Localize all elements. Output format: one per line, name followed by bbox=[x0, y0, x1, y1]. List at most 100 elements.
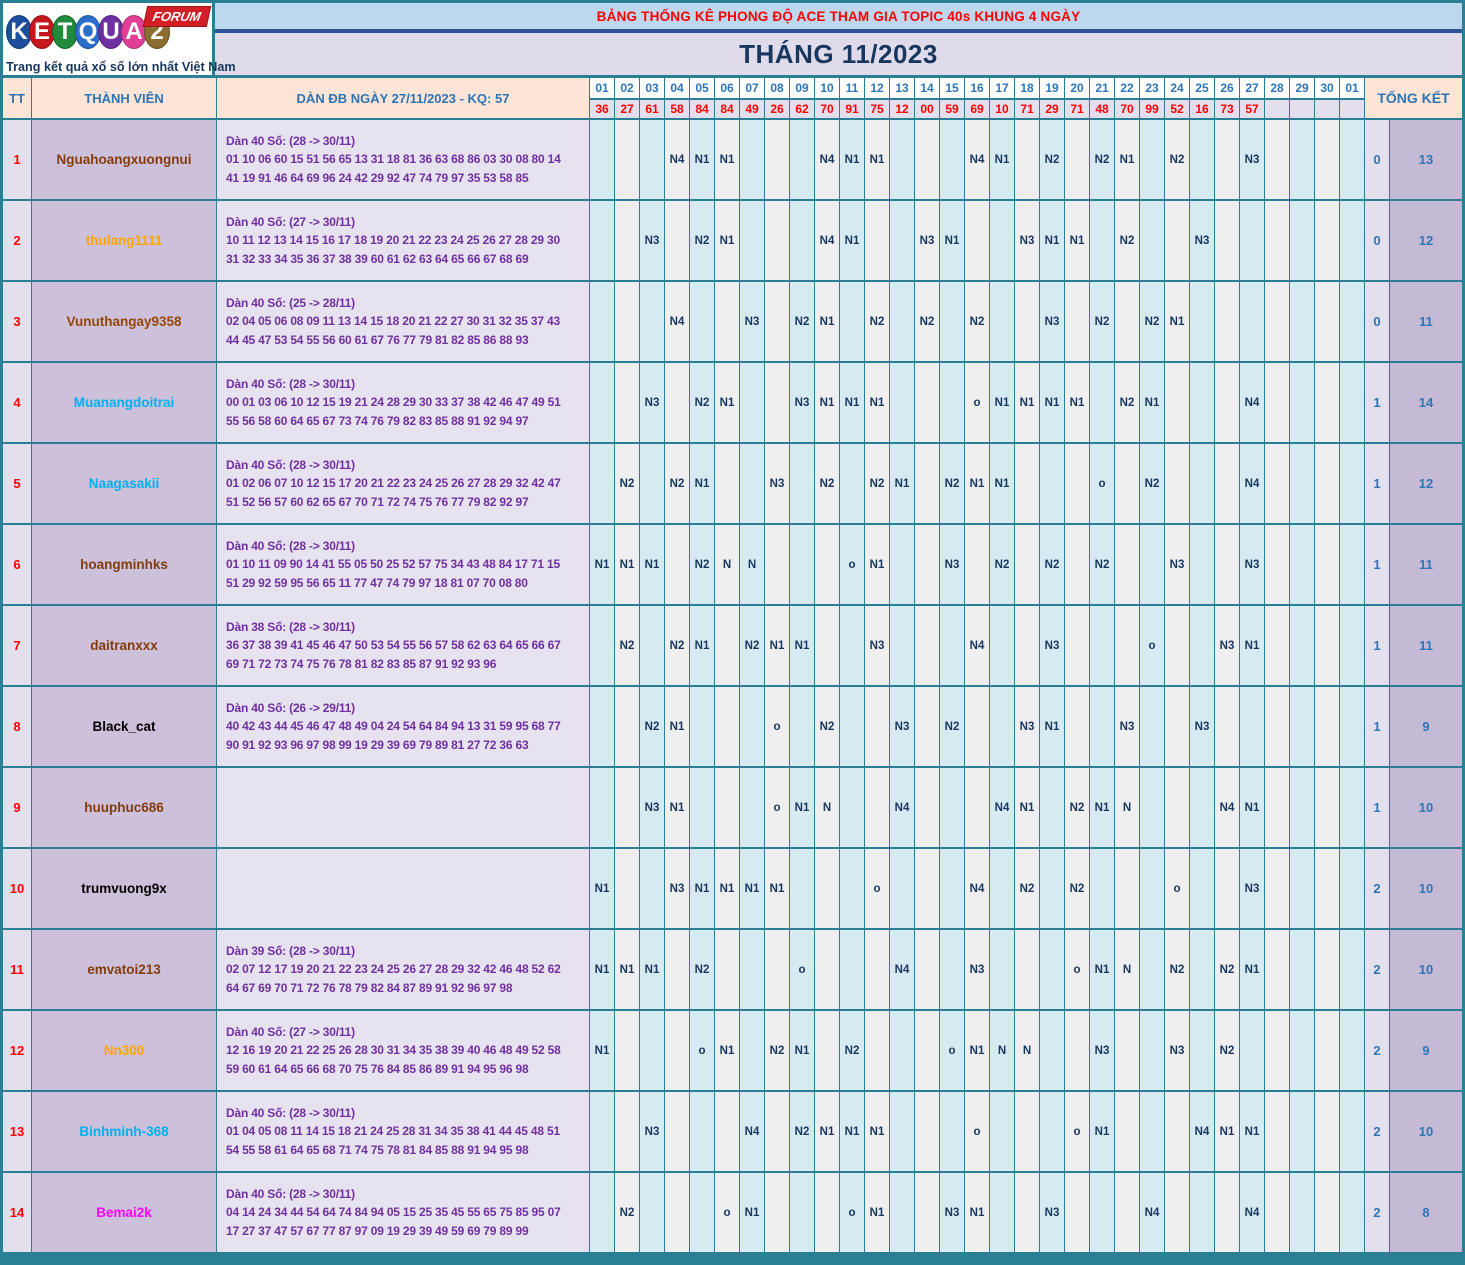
day-cell: N2 bbox=[1015, 849, 1039, 928]
day-cell bbox=[665, 1092, 689, 1171]
day-cell: N1 bbox=[940, 201, 964, 280]
day-cell: N1 bbox=[765, 849, 789, 928]
day-cell bbox=[1190, 1173, 1214, 1252]
day-cell: o bbox=[765, 687, 789, 766]
day-cell: N3 bbox=[1190, 687, 1214, 766]
day-cell: N3 bbox=[1190, 201, 1214, 280]
day-cell bbox=[1040, 849, 1064, 928]
dan-cell bbox=[217, 768, 589, 847]
total-second-cell: 10 bbox=[1390, 768, 1462, 847]
day-cell: N2 bbox=[1215, 930, 1239, 1009]
member-name[interactable]: Naagasakii bbox=[32, 444, 216, 523]
day-cell bbox=[1315, 120, 1339, 199]
day-cell bbox=[1340, 120, 1364, 199]
total-first-cell: 0 bbox=[1365, 120, 1389, 199]
day-cell bbox=[1315, 444, 1339, 523]
member-name[interactable]: Nguahoangxuongnui bbox=[32, 120, 216, 199]
member-name[interactable]: daitranxxx bbox=[32, 606, 216, 685]
day-cell: N2 bbox=[690, 930, 714, 1009]
day-header: 28 bbox=[1265, 78, 1289, 98]
member-name[interactable]: Vunuthangay9358 bbox=[32, 282, 216, 361]
day-cell bbox=[915, 849, 939, 928]
dan-text-line: 02 07 12 17 19 20 21 22 23 24 25 26 27 2… bbox=[226, 962, 561, 977]
day-cell bbox=[1190, 525, 1214, 604]
day-cell bbox=[1040, 1092, 1064, 1171]
day-cell bbox=[1315, 606, 1339, 685]
tt-cell: 5 bbox=[3, 444, 31, 523]
dan-text-line: 01 10 11 09 90 14 41 55 05 50 25 52 57 7… bbox=[226, 557, 560, 572]
kq-value: 91 bbox=[840, 100, 864, 118]
day-cell bbox=[790, 120, 814, 199]
day-cell: N bbox=[1115, 930, 1139, 1009]
day-cell bbox=[1190, 444, 1214, 523]
day-cell bbox=[1290, 363, 1314, 442]
day-cell bbox=[1040, 444, 1064, 523]
day-cell bbox=[815, 525, 839, 604]
dan-text-line: Dàn 40 Số: (28 -> 30/11) bbox=[226, 376, 355, 391]
day-cell bbox=[665, 1011, 689, 1090]
day-header: 27 bbox=[1240, 78, 1264, 98]
day-cell bbox=[1065, 606, 1089, 685]
tt-cell: 9 bbox=[3, 768, 31, 847]
total-first-cell: 1 bbox=[1365, 768, 1389, 847]
day-cell: N1 bbox=[965, 1011, 989, 1090]
day-cell: N3 bbox=[1240, 525, 1264, 604]
member-name[interactable]: Black_cat bbox=[32, 687, 216, 766]
day-cell bbox=[1340, 606, 1364, 685]
day-cell: N1 bbox=[990, 363, 1014, 442]
day-cell: N1 bbox=[1040, 201, 1064, 280]
day-cell: N2 bbox=[615, 606, 639, 685]
dan-text-line: Dàn 39 Số: (28 -> 30/11) bbox=[226, 943, 355, 958]
tt-cell: 8 bbox=[3, 687, 31, 766]
tt-cell: 14 bbox=[3, 1173, 31, 1252]
site-logo[interactable]: KETQUA2 FORUM Trang kết quả xổ số lớn nh… bbox=[3, 3, 236, 75]
day-cell bbox=[1290, 930, 1314, 1009]
member-name[interactable]: thulang1111 bbox=[32, 201, 216, 280]
day-cell bbox=[715, 444, 739, 523]
member-name[interactable]: emvatoi213 bbox=[32, 930, 216, 1009]
day-header: 22 bbox=[1115, 78, 1139, 98]
day-cell bbox=[665, 1173, 689, 1252]
member-name[interactable]: Bemai2k bbox=[32, 1173, 216, 1252]
day-cell: N1 bbox=[790, 768, 814, 847]
day-cell: N3 bbox=[1015, 201, 1039, 280]
total-first-cell: 1 bbox=[1365, 363, 1389, 442]
total-second-cell: 8 bbox=[1390, 1173, 1462, 1252]
member-name[interactable]: hoangminhks bbox=[32, 525, 216, 604]
day-cell: N4 bbox=[965, 120, 989, 199]
day-cell: N2 bbox=[1040, 120, 1064, 199]
dan-cell: Dàn 38 Số: (28 -> 30/11) 36 37 38 39 41 4… bbox=[217, 606, 589, 685]
day-cell: N3 bbox=[640, 363, 664, 442]
member-name[interactable]: Nn300 bbox=[32, 1011, 216, 1090]
day-cell bbox=[690, 282, 714, 361]
member-name[interactable]: trumvuong9x bbox=[32, 849, 216, 928]
member-name[interactable]: huuphuc686 bbox=[32, 768, 216, 847]
day-cell bbox=[840, 606, 864, 685]
day-cell: N2 bbox=[1140, 282, 1164, 361]
day-header: 20 bbox=[1065, 78, 1089, 98]
day-cell bbox=[815, 930, 839, 1009]
day-cell bbox=[1140, 1011, 1164, 1090]
day-cell bbox=[1315, 930, 1339, 1009]
day-cell bbox=[590, 768, 614, 847]
day-cell bbox=[890, 363, 914, 442]
dan-cell bbox=[217, 849, 589, 928]
day-cell bbox=[615, 1011, 639, 1090]
day-cell bbox=[715, 687, 739, 766]
member-name[interactable]: Muanangdoitrai bbox=[32, 363, 216, 442]
day-cell bbox=[1265, 363, 1289, 442]
day-cell bbox=[1190, 606, 1214, 685]
day-cell bbox=[840, 444, 864, 523]
day-cell bbox=[1290, 444, 1314, 523]
day-cell: N1 bbox=[840, 120, 864, 199]
day-cell bbox=[1215, 282, 1239, 361]
day-cell: N4 bbox=[890, 768, 914, 847]
member-name[interactable]: Binhminh-368 bbox=[32, 1092, 216, 1171]
day-cell: N2 bbox=[1115, 363, 1139, 442]
kq-value: 84 bbox=[715, 100, 739, 118]
day-cell: N4 bbox=[1190, 1092, 1214, 1171]
day-cell: N2 bbox=[1165, 120, 1189, 199]
day-cell bbox=[865, 768, 889, 847]
dan-text-line: 02 04 05 06 08 09 11 13 14 15 18 20 21 2… bbox=[226, 314, 560, 329]
day-cell bbox=[765, 1173, 789, 1252]
